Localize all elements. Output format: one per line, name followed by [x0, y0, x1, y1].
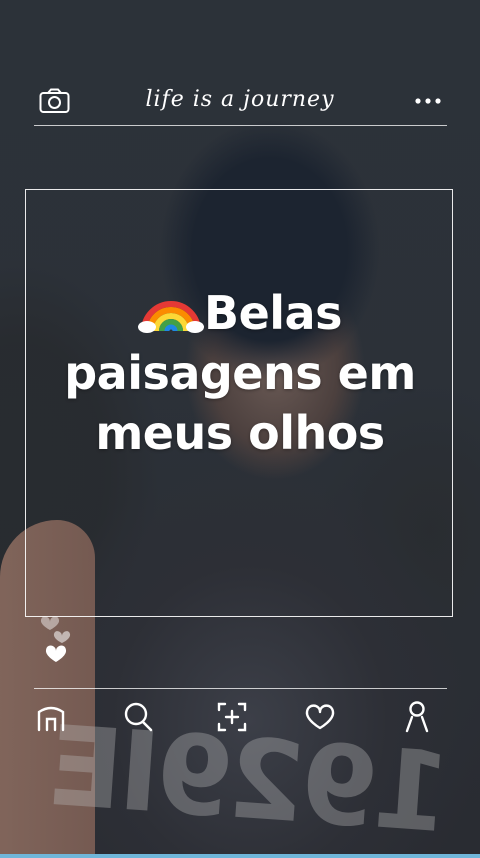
home-icon[interactable] — [34, 700, 68, 734]
floating-hearts — [40, 616, 71, 662]
heart-icon — [40, 616, 60, 630]
header-divider — [34, 125, 447, 126]
rainbow-icon — [138, 301, 205, 333]
headline-line-3: meus olhos — [95, 406, 385, 460]
more-icon[interactable] — [414, 96, 442, 106]
heart-icon[interactable] — [303, 700, 337, 734]
shirt-print: 1929IE — [47, 701, 454, 858]
heart-icon — [53, 631, 71, 643]
headline-line-2: paisagens em — [64, 346, 416, 400]
headline-line-1: Belas — [20, 283, 460, 343]
search-icon[interactable] — [121, 700, 155, 734]
nav-divider — [34, 688, 447, 689]
app-title: life is a journey — [145, 87, 335, 112]
camera-icon[interactable] — [39, 88, 70, 114]
profile-icon[interactable] — [401, 700, 435, 734]
heart-icon — [45, 645, 67, 662]
add-post-icon[interactable] — [215, 700, 249, 734]
headline-text-1: Belas — [204, 286, 342, 340]
post-headline: Belas paisagens em meus olhos — [20, 283, 460, 463]
